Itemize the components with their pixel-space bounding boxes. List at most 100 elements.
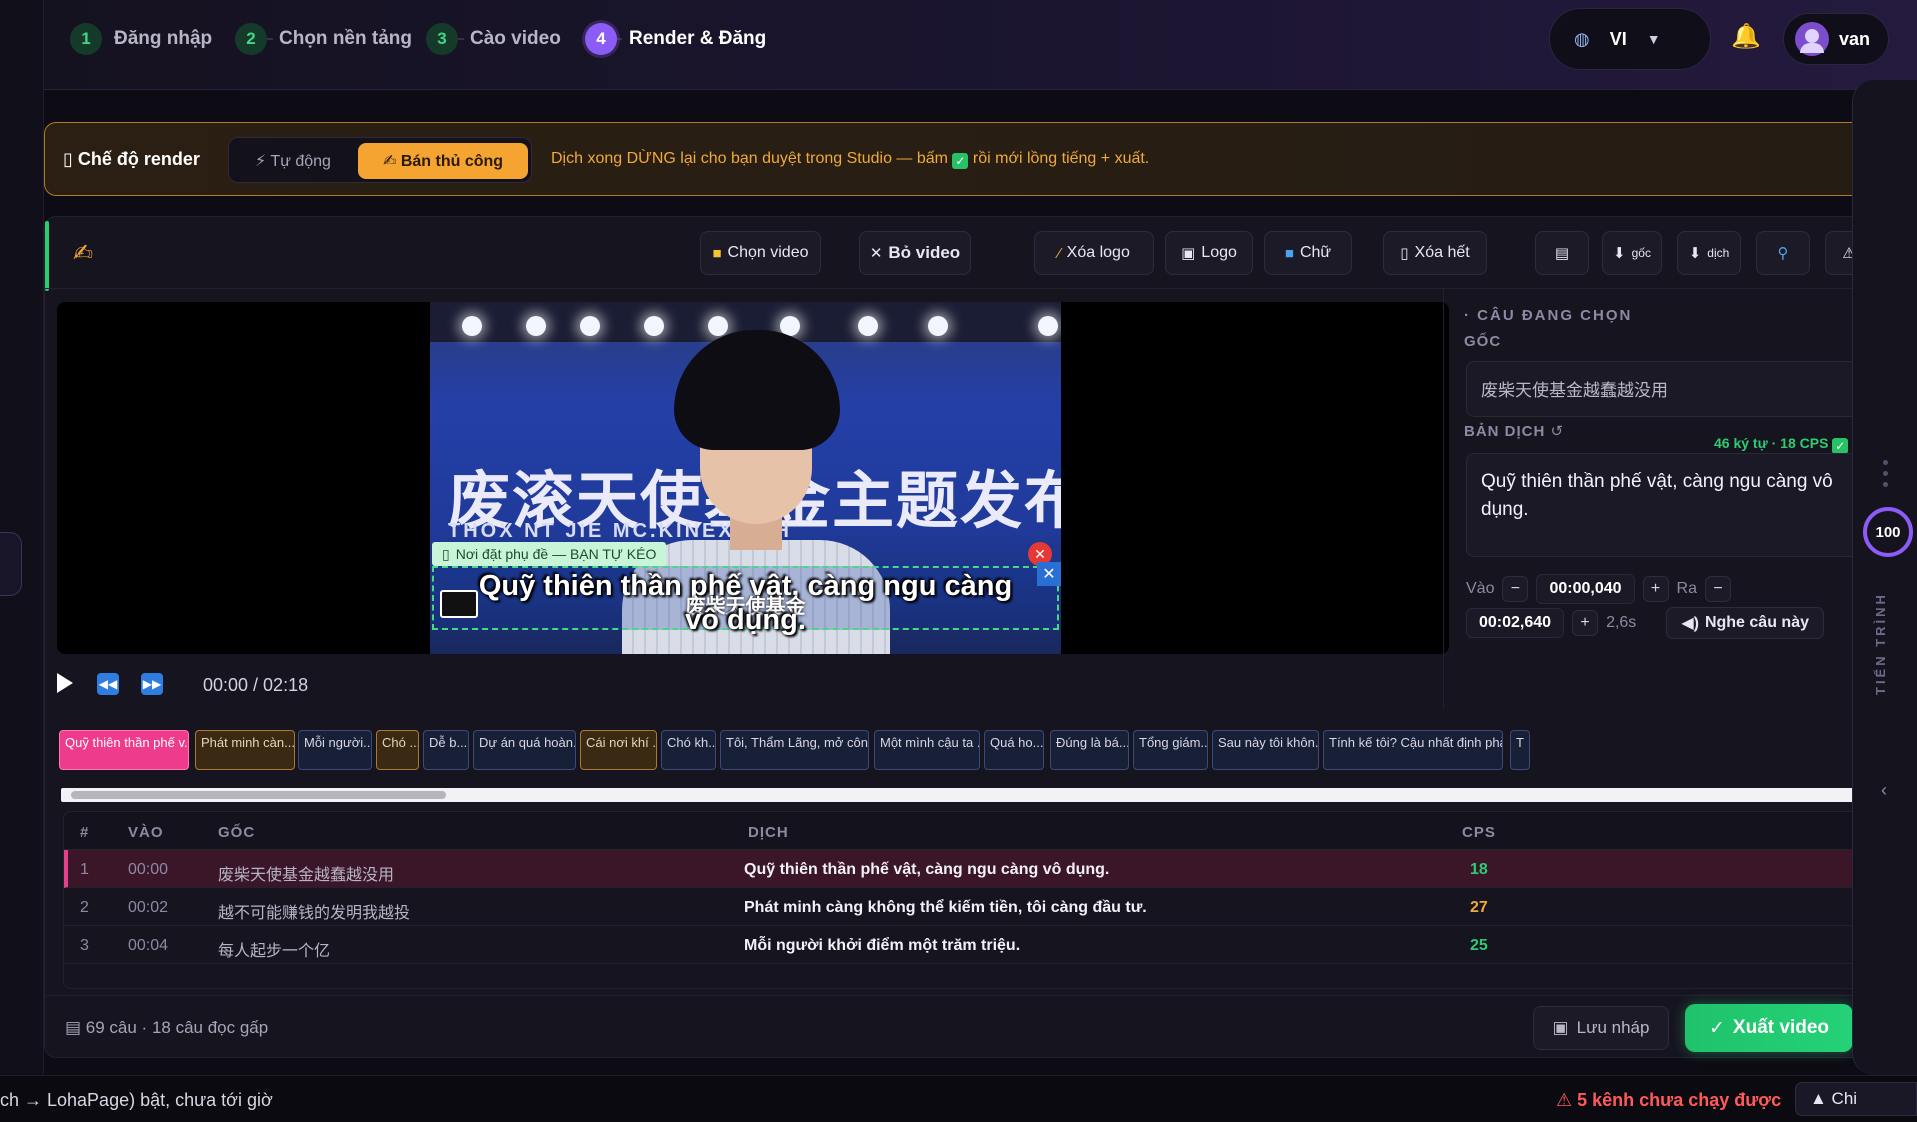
search-button[interactable]: ⚲ — [1756, 231, 1810, 275]
playback-time: 00:00 / 02:18 — [203, 675, 309, 695]
timeline-segment[interactable]: Đúng là bá... — [1050, 730, 1129, 770]
clear-all-button[interactable]: ▯ Xóa hết — [1383, 231, 1487, 275]
user-menu[interactable]: van — [1783, 13, 1889, 65]
subtitle-timeline[interactable]: Quỹ thiên thần phế v... Phát minh càn... M… — [57, 730, 1875, 774]
out-decrement-button[interactable]: − — [1704, 576, 1731, 602]
left-rail — [0, 0, 44, 1075]
subtitle-handle[interactable] — [440, 590, 478, 618]
refresh-icon: ↺ — [1550, 423, 1565, 440]
step-number: 2 — [235, 23, 267, 55]
timeline-segment[interactable]: Phát minh càn... — [195, 730, 295, 770]
timeline-segment[interactable]: Quỹ thiên thần phế v... — [59, 730, 189, 770]
close-icon[interactable]: ✕ — [1037, 562, 1061, 586]
language-selector[interactable]: ◍ VI ▼ — [1549, 8, 1711, 70]
table-row[interactable]: 3 00:04 每人起步一个亿 Mỗi người khởi điểm một tră… — [64, 926, 1875, 964]
out-time-input[interactable]: 00:02,640 — [1466, 608, 1565, 638]
note-icon: ▯ — [442, 545, 450, 562]
search-icon: ⚲ — [1777, 245, 1789, 262]
subtitle-table: # VÀO GỐC DỊCH CPS 1 00:00 废柴天使基金越蠢越没用 Quỹ … — [63, 811, 1875, 989]
timeline-segment[interactable]: Mỗi người... — [298, 730, 372, 770]
timeline-segment[interactable]: Dễ b... — [423, 730, 469, 770]
table-row[interactable]: 1 00:00 废柴天使基金越蠢越没用 Quỹ thiên thần phế vật,… — [64, 850, 1875, 888]
timeline-segment[interactable]: Cái nơi khí ... — [580, 730, 657, 770]
image-icon: ▣ — [1181, 245, 1196, 262]
in-time-input[interactable]: 00:00,040 — [1536, 574, 1635, 604]
bell-icon[interactable]: 🔔 — [1731, 22, 1761, 51]
clipboard-icon: ▤ — [65, 1018, 82, 1037]
step-platform[interactable]: 2 Chọn nền tảng — [235, 21, 412, 57]
text-button[interactable]: ■ Chữ — [1264, 231, 1352, 275]
in-decrement-button[interactable]: − — [1502, 576, 1529, 602]
left-collapse-tab[interactable] — [0, 532, 22, 596]
download-source-button[interactable]: ⬇ gốc — [1602, 231, 1662, 275]
row-number: 1 — [80, 861, 89, 878]
timeline-segment[interactable]: Quá ho... — [984, 730, 1044, 770]
in-increment-button[interactable]: + — [1642, 576, 1669, 602]
details-button[interactable]: ▲ Chi — [1795, 1082, 1917, 1116]
check-icon: ✓ — [1832, 438, 1849, 454]
duration: 2,6s — [1606, 614, 1637, 631]
logo-button[interactable]: ▣ Logo — [1165, 231, 1253, 275]
document-button[interactable]: ▤ — [1535, 231, 1589, 275]
timeline-segment[interactable]: Tổng giám... — [1133, 730, 1208, 770]
step-scrape[interactable]: 3 Cào video — [426, 21, 561, 57]
timeline-segment[interactable]: T — [1510, 730, 1530, 770]
line-count-info: ▤ 69 câu · 18 câu đọc gấp — [65, 1018, 269, 1037]
source-text-field[interactable]: 废柴天使基金越蠢越没用 — [1466, 361, 1870, 417]
mode-manual-button[interactable]: ✍ Bán thủ công — [358, 143, 528, 179]
subtitle-line-2: vô dụng. — [685, 604, 806, 636]
channel-warning[interactable]: ⚠ 5 kênh chưa chạy được — [1556, 1090, 1781, 1111]
step-render-publish[interactable]: 4 Render & Đăng — [585, 21, 766, 57]
timeline-segment[interactable]: Sau này tôi khôn... — [1212, 730, 1319, 770]
trash-icon: ▯ — [1400, 245, 1409, 262]
save-draft-button[interactable]: ▣ Lưu nháp — [1533, 1006, 1669, 1050]
video-player[interactable]: 废滚天使基金主题发布 THOX NT JIE MC.KINEXEL H ▯ Nơ… — [57, 302, 1449, 654]
status-message: ch → LohaPage) bật, chưa tới giờ — [0, 1090, 273, 1110]
folder-icon: ■ — [712, 244, 722, 262]
timeline-segment[interactable]: Tính kế tôi? Cậu nhất định phả — [1323, 730, 1503, 770]
fast-forward-icon[interactable]: ▶▶ — [141, 673, 163, 695]
document-icon: ▤ — [1554, 245, 1570, 262]
download-icon: ⬇ — [1613, 245, 1626, 262]
in-time-row: Vào − 00:00,040 + Ra − — [1466, 574, 1731, 604]
studio-panel: ✍ ■ Chọn video ✕ Bỏ video ⁄ Xóa logo ▣ L… — [44, 216, 1875, 1059]
row-source-text: 每人起步一个亿 — [218, 941, 331, 960]
globe-icon: ◍ — [1574, 28, 1590, 49]
row-translation: Mỗi người khởi điểm một trăm triệu. — [744, 937, 1021, 954]
subtitle-placement-box[interactable]: ▯ Nơi đặt phụ đề — BẠN TỰ KÉO Quỹ thiên … — [430, 542, 1061, 654]
table-row[interactable]: 2 00:02 越不可能赚钱的发明我越投 Phát minh càng không t… — [64, 888, 1875, 926]
timeline-scrollbar[interactable] — [61, 788, 1874, 802]
play-icon[interactable] — [57, 673, 73, 693]
cps-info: 46 ký tự · 18 CPS ✓ — [1714, 435, 1849, 454]
studio-toolbar: ✍ ■ Chọn video ✕ Bỏ video ⁄ Xóa logo ▣ L… — [45, 217, 1875, 289]
chevron-left-icon[interactable]: ‹ — [1881, 780, 1887, 801]
step-login[interactable]: 1 Đăng nhập — [70, 21, 212, 57]
render-mode-hint: Dịch xong DỪNG lại cho bạn duyệt trong S… — [551, 150, 1150, 169]
remove-video-button[interactable]: ✕ Bỏ video — [859, 231, 971, 275]
more-icon[interactable] — [1883, 460, 1888, 487]
timeline-segment[interactable]: Dự án quá hoàn... — [473, 730, 576, 770]
download-translation-button[interactable]: ⬇ dịch — [1677, 231, 1741, 275]
row-cps: 25 — [1470, 937, 1488, 954]
step-label: Chọn nền tảng — [279, 28, 412, 49]
row-source-text: 越不可能赚钱的发明我越投 — [218, 903, 411, 922]
playback-controls: ◀◀ ▶▶ 00:00 / 02:18 — [57, 669, 657, 701]
listen-line-button[interactable]: ◀) Nghe câu này — [1666, 607, 1824, 639]
chevron-down-icon: ▼ — [1646, 31, 1661, 47]
mode-auto-button[interactable]: ⚡ Tự động — [233, 143, 353, 179]
export-video-button[interactable]: ✓ Xuất video — [1685, 1004, 1853, 1052]
timeline-segment[interactable]: Một mình cậu ta ... — [874, 730, 980, 770]
out-increment-button[interactable]: + — [1572, 610, 1599, 636]
timeline-segment[interactable]: Tôi, Thẩm Lãng, mở côn... — [720, 730, 869, 770]
choose-video-button[interactable]: ■ Chọn video — [700, 231, 821, 275]
translation-text-field[interactable]: Quỹ thiên thần phế vật, càng ngu càng vô… — [1466, 453, 1870, 557]
out-label: Ra — [1676, 580, 1697, 597]
row-cps: 27 — [1470, 899, 1488, 916]
timeline-segment[interactable]: Chó ... — [376, 730, 419, 770]
rewind-icon[interactable]: ◀◀ — [97, 673, 119, 695]
scrollbar-thumb[interactable] — [71, 791, 446, 799]
check-icon: ✓ — [952, 153, 969, 169]
timeline-segment[interactable]: Chó kh... — [661, 730, 716, 770]
remove-logo-button[interactable]: ⁄ Xóa logo — [1034, 231, 1154, 275]
studio-footer: ▤ 69 câu · 18 câu đọc gấp ▣ Lưu nháp ✓ Xuấ… — [45, 995, 1875, 1059]
